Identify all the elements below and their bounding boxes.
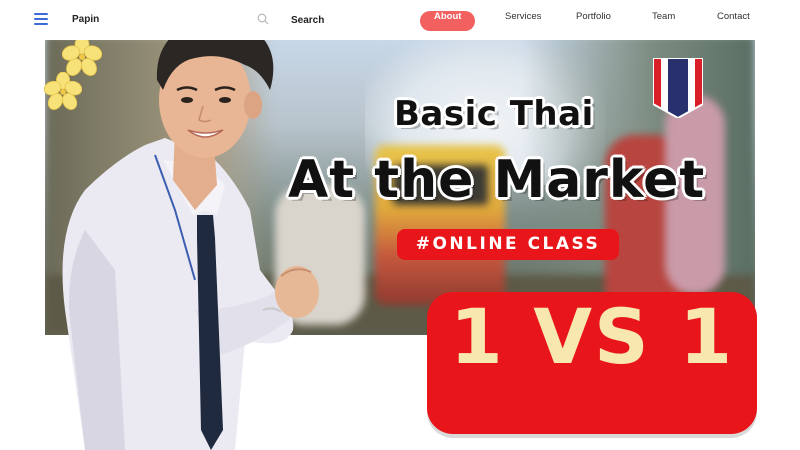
session-type-banner: 1 VS 1 <box>427 292 757 434</box>
title-basic-thai: Basic Thai <box>394 94 594 134</box>
top-nav: Papin Search About Services Portfolio Te… <box>0 0 800 40</box>
thai-flag-icon <box>653 58 703 118</box>
nav-link-portfolio[interactable]: Portfolio <box>576 11 611 31</box>
nav-link-about[interactable]: About <box>420 11 476 31</box>
title-at-the-market: At the Market <box>288 150 706 210</box>
session-type-label: 1 VS 1 <box>449 292 735 381</box>
nav-links: About Services Portfolio Team Contact <box>0 11 800 31</box>
instructor-photo <box>62 19 319 450</box>
nav-link-contact[interactable]: Contact <box>717 11 750 31</box>
nav-link-services[interactable]: Services <box>505 11 541 31</box>
nav-link-team[interactable]: Team <box>652 11 675 31</box>
online-class-badge: #ONLINE CLASS <box>397 229 619 260</box>
